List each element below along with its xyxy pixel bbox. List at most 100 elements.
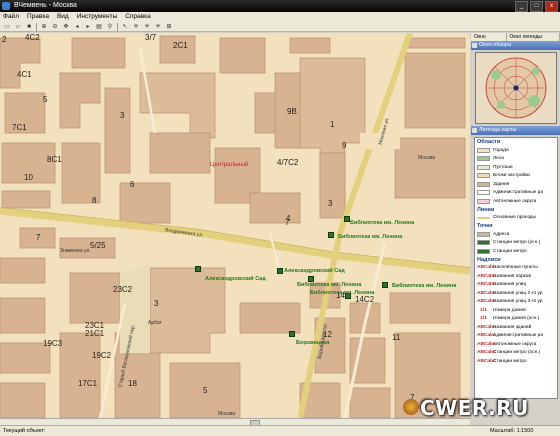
- legend-row[interactable]: ABCabcСтанции метро (осн.): [475, 349, 557, 358]
- legend-row[interactable]: Административные ра: [475, 189, 557, 198]
- legend-swatch: [477, 165, 490, 170]
- back-icon[interactable]: ◂: [73, 23, 81, 31]
- house-number: 11: [392, 333, 400, 342]
- title-bar: ВЧемвень - Москва _ □ x: [0, 0, 560, 12]
- legend-row[interactable]: ABCabcНазвания улиц 2-го ур: [475, 289, 557, 298]
- tab-legend[interactable]: Окно легенды карты: [507, 33, 560, 41]
- house-number: 8С1: [47, 155, 62, 164]
- house-number: 3/7: [145, 33, 156, 42]
- metro-station-icon[interactable]: [277, 268, 283, 274]
- legend-row[interactable]: Города: [475, 146, 557, 155]
- legend-swatch: [477, 232, 490, 237]
- metro-station-icon[interactable]: [289, 331, 295, 337]
- settings-icon[interactable]: ✳: [154, 23, 162, 31]
- street-label: Арбат: [148, 320, 162, 326]
- info-icon[interactable]: ⊞: [165, 23, 173, 31]
- legend-row[interactable]: ABCabcАдминистративные ра: [475, 332, 557, 341]
- street-label: Москва: [218, 411, 235, 417]
- legend-row[interactable]: 1/1Номера домов: [475, 306, 557, 315]
- side-tabs: Окно обзора Окно легенды карты: [471, 33, 560, 41]
- legend-row[interactable]: Здания: [475, 180, 557, 189]
- house-number: 5: [203, 386, 207, 395]
- legend-swatch: [477, 249, 490, 254]
- close-button[interactable]: x: [545, 1, 558, 12]
- metro-station-icon[interactable]: [195, 266, 201, 272]
- watermark: CWER.RU: [420, 396, 529, 420]
- street-label: Москва: [418, 155, 435, 161]
- menu-edit[interactable]: Правка: [27, 12, 49, 22]
- legend-row[interactable]: ABCabcНазвания улиц 3-го ур: [475, 298, 557, 307]
- metro-station-label[interactable]: Александровский Сад: [205, 276, 266, 282]
- legend-row[interactable]: Адреса: [475, 230, 557, 239]
- layers-icon[interactable]: ✳: [143, 23, 151, 31]
- pan-icon[interactable]: ✥: [62, 23, 70, 31]
- toolbar-separator: [36, 23, 37, 31]
- metro-station-label[interactable]: Библиотека им. Ленина: [392, 283, 456, 289]
- metro-station-icon[interactable]: [328, 232, 334, 238]
- legend-label: Номера домов: [493, 308, 526, 313]
- legend-row[interactable]: Пустоши: [475, 163, 557, 172]
- legend-label: Адреса: [493, 232, 509, 237]
- menu-view[interactable]: Вид: [57, 12, 69, 22]
- open-icon[interactable]: ▱: [14, 23, 22, 31]
- metro-station-label[interactable]: Библиотека им. Ленина: [350, 220, 414, 226]
- menu-help[interactable]: Справка: [125, 12, 151, 22]
- legend-label: Номера домов (осн.): [493, 316, 539, 321]
- house-number: 8: [92, 196, 96, 205]
- minimize-button[interactable]: _: [515, 1, 528, 12]
- district-label: Центральный: [210, 162, 248, 168]
- house-number: 19С2: [92, 351, 111, 360]
- menu-file[interactable]: Файл: [3, 12, 19, 22]
- zoom-in-icon[interactable]: ⊕: [40, 23, 48, 31]
- metro-station-label[interactable]: Библиотека им. Ленина: [310, 290, 374, 296]
- overview-icon: [472, 43, 477, 48]
- legend-row[interactable]: ABCabcНазвания зданий: [475, 323, 557, 332]
- maximize-button[interactable]: □: [530, 1, 543, 12]
- house-number: 2: [2, 35, 6, 44]
- select-icon[interactable]: ↖: [121, 23, 129, 31]
- overview-map[interactable]: [475, 52, 557, 124]
- legend-label: Блоки застройки: [493, 173, 530, 178]
- legend-label: Административные ра: [493, 190, 543, 195]
- zoom-out-icon[interactable]: ⊖: [51, 23, 59, 31]
- legend-label: Станции метро: [493, 359, 527, 364]
- map-canvas[interactable]: 2 4С2 3/7 2С1 4С1 3 9В 1 7С1 5 8С1 10 8 …: [0, 33, 470, 418]
- legend-swatch: [477, 156, 490, 161]
- metro-station-label[interactable]: Библиотека им. Ленина: [297, 282, 361, 288]
- forward-icon[interactable]: ▸: [84, 23, 92, 31]
- legend-swatch: ABCabc: [477, 282, 490, 287]
- legend-row[interactable]: ABCabcНаселённые пункты: [475, 264, 557, 273]
- legend-row[interactable]: Основные проезды: [475, 214, 557, 223]
- legend-icon: [472, 128, 477, 133]
- legend-swatch: ABCabc: [477, 274, 490, 279]
- measure-icon[interactable]: ✳: [132, 23, 140, 31]
- legend-swatch: ABCabc: [477, 350, 490, 355]
- legend-row[interactable]: ABCabcНазвания парков: [475, 272, 557, 281]
- legend-row[interactable]: Станции метро: [475, 247, 557, 256]
- menu-tools[interactable]: Инструменты: [77, 12, 118, 22]
- legend-row[interactable]: Леса: [475, 155, 557, 164]
- legend-label: Станции метро: [493, 249, 527, 254]
- legend-row[interactable]: ABCabcНазвания улиц: [475, 281, 557, 290]
- metro-station-label[interactable]: Библиотека им. Ленина: [338, 234, 402, 240]
- metro-station-icon[interactable]: [382, 282, 388, 288]
- legend-label: Города: [493, 148, 509, 153]
- metro-station-label[interactable]: Боровицкая: [296, 340, 329, 346]
- legend-row[interactable]: ABCabcАвтономные округа: [475, 340, 557, 349]
- legend-row[interactable]: Станции метро (осн.): [475, 239, 557, 248]
- metro-station-label[interactable]: Александровский Сад: [284, 268, 345, 274]
- legend-label: Административные ра: [493, 333, 543, 338]
- legend-row[interactable]: Автономные округа: [475, 197, 557, 206]
- legend-swatch: ABCabc: [477, 325, 490, 330]
- tab-overview[interactable]: Окно обзора: [471, 33, 507, 41]
- print-icon[interactable]: ▤: [95, 23, 103, 31]
- save-icon[interactable]: ■: [25, 23, 33, 31]
- legend-swatch: [477, 148, 490, 153]
- legend-row[interactable]: Блоки застройки: [475, 172, 557, 181]
- legend-row[interactable]: 1/1Номера домов (осн.): [475, 315, 557, 324]
- new-icon[interactable]: ▭: [3, 23, 11, 31]
- legend-row[interactable]: ABCabcСтанции метро: [475, 357, 557, 366]
- search-icon[interactable]: ⚲: [106, 23, 114, 31]
- legend-label: Названия парков: [493, 274, 531, 279]
- status-bar: Текущий объект: Масштаб: 1:1500: [0, 425, 560, 436]
